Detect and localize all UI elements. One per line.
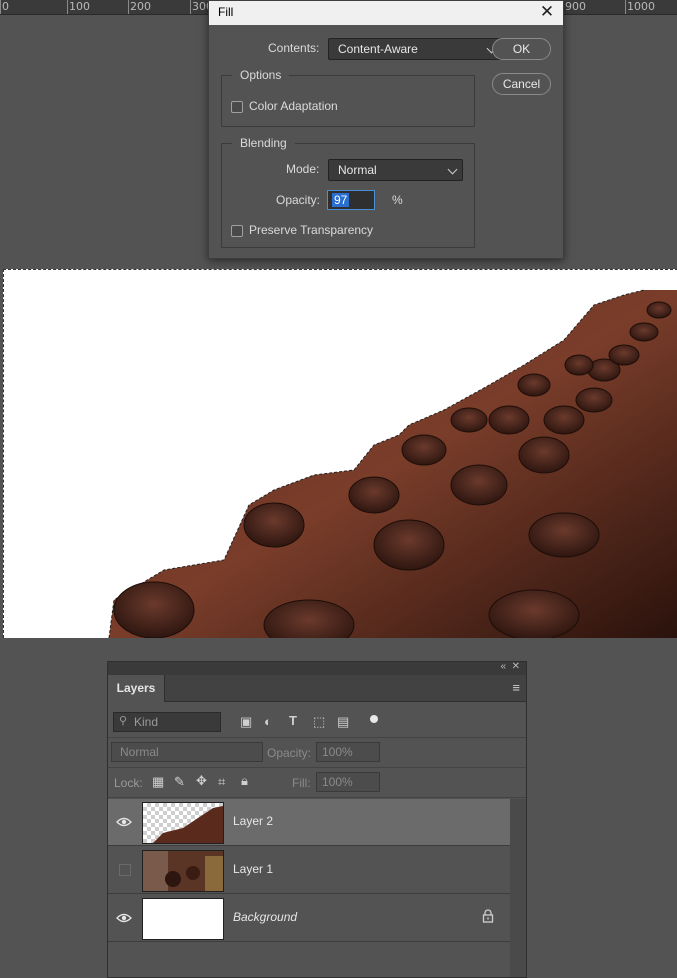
chevron-down-icon: [447, 164, 458, 175]
search-icon: ⚲: [119, 715, 128, 727]
lock-pixels-icon[interactable]: ✎: [174, 774, 185, 790]
opacity-input[interactable]: 97: [327, 190, 375, 210]
options-group: Options Color Adaptation: [221, 68, 475, 127]
fill-label: Fill:: [292, 776, 311, 790]
contents-select[interactable]: Content-Aware: [328, 38, 502, 60]
kind-filter-select[interactable]: ⚲ Kind: [113, 712, 221, 732]
filter-toggle-icon[interactable]: [370, 715, 378, 723]
opacity-value: 97: [332, 193, 350, 207]
document-canvas[interactable]: [3, 269, 677, 638]
layers-panel: « ✕ Layers ≡ ⚲ Kind ▣ ◐ T ⬚ ▤ Normal Opa…: [107, 661, 527, 978]
close-icon[interactable]: ✕: [512, 661, 520, 672]
bottles-image: [108, 289, 677, 638]
cancel-button[interactable]: Cancel: [492, 73, 551, 95]
opacity-label: Opacity:: [276, 193, 321, 207]
ok-button[interactable]: OK: [492, 38, 551, 60]
panel-menu-icon[interactable]: ≡: [512, 680, 520, 695]
mode-select[interactable]: Normal: [328, 159, 463, 181]
eye-icon[interactable]: [116, 911, 132, 925]
shape-filter-icon[interactable]: ⬚: [313, 714, 325, 730]
fill-input[interactable]: 100%: [316, 772, 380, 792]
layer-name[interactable]: Background: [233, 910, 297, 924]
ruler-label: 900: [565, 0, 586, 13]
layer-thumbnail: [142, 850, 224, 892]
blend-mode-value: Normal: [120, 745, 159, 759]
ruler-label: 200: [130, 0, 151, 13]
preserve-transparency-checkbox[interactable]: [231, 225, 243, 237]
lock-artboard-icon[interactable]: ⌗: [218, 774, 225, 790]
layers-scrollbar[interactable]: [510, 799, 526, 977]
visibility-toggle[interactable]: [119, 864, 131, 876]
lock-transparency-icon[interactable]: ▦: [152, 774, 164, 790]
type-filter-icon[interactable]: T: [289, 713, 297, 728]
collapse-icon[interactable]: «: [500, 661, 506, 672]
kind-placeholder: Kind: [134, 715, 159, 729]
lock-all-icon[interactable]: 🔒︎: [241, 773, 248, 789]
layer-thumbnail: [142, 898, 224, 940]
smart-object-filter-icon[interactable]: ▤: [337, 714, 349, 730]
layer-name[interactable]: Layer 2: [233, 814, 273, 828]
ruler-label: 1000: [627, 0, 655, 13]
fill-value: 100%: [322, 775, 353, 789]
blend-mode-select[interactable]: Normal: [111, 742, 263, 762]
layer-row-layer-1[interactable]: Layer 1: [108, 847, 510, 894]
lock-label: Lock:: [114, 776, 143, 790]
panel-tabrow: Layers ≡: [108, 675, 526, 702]
ruler-label: 100: [69, 0, 90, 13]
contents-value: Content-Aware: [338, 42, 418, 56]
layer-opacity-label: Opacity:: [267, 746, 312, 760]
layer-thumbnail: [142, 802, 224, 844]
filter-row: ⚲ Kind ▣ ◐ T ⬚ ▤: [108, 708, 526, 738]
options-group-title: Options: [232, 68, 290, 82]
contents-label: Contents:: [268, 41, 320, 55]
fill-dialog: Fill ✕ Contents: Content-Aware OK Cancel…: [208, 0, 564, 259]
layer-row-layer-2[interactable]: Layer 2: [108, 799, 510, 846]
layer-row-background[interactable]: Background: [108, 895, 510, 942]
panel-topbar[interactable]: « ✕: [108, 661, 526, 675]
layer-opacity-value: 100%: [322, 745, 353, 759]
mode-value: Normal: [338, 163, 377, 177]
ruler-label: 0: [2, 0, 9, 13]
color-adaptation-checkbox[interactable]: [231, 101, 243, 113]
tab-layers[interactable]: Layers: [108, 675, 165, 702]
close-icon[interactable]: ✕: [537, 1, 557, 23]
mode-label: Mode:: [286, 162, 320, 176]
dialog-title: Fill: [218, 5, 234, 19]
blend-row: Normal Opacity: 100%: [108, 738, 526, 768]
eye-icon[interactable]: [116, 815, 132, 829]
adjustment-filter-icon[interactable]: ◐: [264, 714, 272, 729]
lock-row: Lock: ▦ ✎ ✥ ⌗ 🔒︎ Fill: 100%: [108, 768, 526, 798]
layer-opacity-input[interactable]: 100%: [316, 742, 380, 762]
pixel-filter-icon[interactable]: ▣: [240, 714, 252, 730]
blending-group-title: Blending: [232, 136, 295, 150]
opacity-unit: %: [392, 193, 403, 207]
layer-name[interactable]: Layer 1: [233, 862, 273, 876]
dialog-titlebar[interactable]: Fill ✕: [209, 1, 563, 25]
color-adaptation-label: Color Adaptation: [249, 99, 338, 113]
preserve-transparency-label: Preserve Transparency: [249, 223, 374, 237]
lock-position-icon[interactable]: ✥: [196, 773, 207, 789]
lock-icon: [482, 909, 494, 923]
